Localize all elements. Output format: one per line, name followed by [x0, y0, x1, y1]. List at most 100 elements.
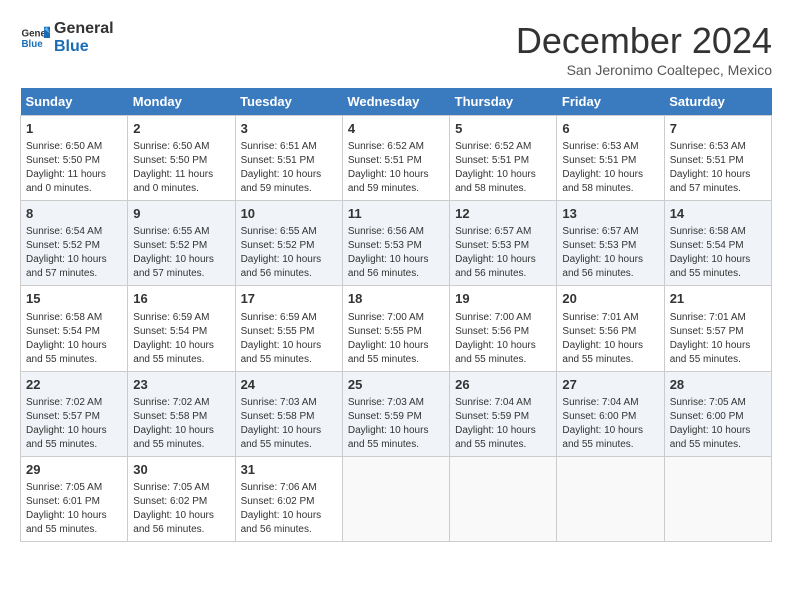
header-tuesday: Tuesday [235, 88, 342, 116]
day-number: 14 [670, 205, 766, 223]
day-number: 28 [670, 376, 766, 394]
day-number: 24 [241, 376, 337, 394]
table-row: 6 Sunrise: 6:53 AMSunset: 5:51 PMDaylight… [557, 116, 664, 201]
day-number: 13 [562, 205, 658, 223]
logo-icon: General Blue [20, 23, 50, 53]
table-row: 12 Sunrise: 6:57 AMSunset: 5:53 PMDayligh… [450, 201, 557, 286]
calendar-header-row: Sunday Monday Tuesday Wednesday Thursday… [21, 88, 772, 116]
day-number: 16 [133, 290, 229, 308]
day-info: Sunrise: 6:52 AMSunset: 5:51 PMDaylight:… [455, 140, 551, 196]
table-row [557, 456, 664, 541]
month-title: December 2024 [516, 20, 772, 62]
day-number: 10 [241, 205, 337, 223]
calendar-week-row: 22 Sunrise: 7:02 AMSunset: 5:57 PMDayligh… [21, 371, 772, 456]
day-info: Sunrise: 7:05 AMSunset: 6:00 PMDaylight:… [670, 396, 766, 452]
day-number: 2 [133, 120, 229, 138]
day-info: Sunrise: 6:51 AMSunset: 5:51 PMDaylight:… [241, 140, 337, 196]
header-friday: Friday [557, 88, 664, 116]
table-row: 21 Sunrise: 7:01 AMSunset: 5:57 PMDayligh… [664, 286, 771, 371]
location-subtitle: San Jeronimo Coaltepec, Mexico [516, 62, 772, 78]
day-info: Sunrise: 6:52 AMSunset: 5:51 PMDaylight:… [348, 140, 444, 196]
table-row: 26Sunrise: 7:04 AMSunset: 5:59 PMDayligh… [450, 371, 557, 456]
day-number: 22 [26, 376, 122, 394]
day-info: Sunrise: 6:59 AMSunset: 5:54 PMDaylight:… [133, 311, 229, 367]
logo: General Blue General Blue General Blue [20, 20, 114, 55]
table-row: 14 Sunrise: 6:58 AMSunset: 5:54 PMDayligh… [664, 201, 771, 286]
day-info: Sunrise: 7:01 AMSunset: 5:57 PMDaylight:… [670, 311, 766, 367]
day-info: Sunrise: 6:53 AMSunset: 5:51 PMDaylight:… [562, 140, 658, 196]
table-row: 27 Sunrise: 7:04 AMSunset: 6:00 PMDayligh… [557, 371, 664, 456]
day-number: 1 [26, 120, 122, 138]
day-number: 26 [455, 376, 551, 394]
day-number: 12 [455, 205, 551, 223]
day-number: 6 [562, 120, 658, 138]
table-row: 29 Sunrise: 7:05 AMSunset: 6:01 PMDayligh… [21, 456, 128, 541]
day-info: Sunrise: 6:54 AMSunset: 5:52 PMDaylight:… [26, 225, 122, 281]
table-row: 31 Sunrise: 7:06 AMSunset: 6:02 PMDayligh… [235, 456, 342, 541]
table-row: 15 Sunrise: 6:58 AMSunset: 5:54 PMDayligh… [21, 286, 128, 371]
table-row: 24Sunrise: 7:03 AMSunset: 5:58 PMDayligh… [235, 371, 342, 456]
table-row [664, 456, 771, 541]
day-info: Sunrise: 6:57 AMSunset: 5:53 PMDaylight:… [562, 225, 658, 281]
day-number: 11 [348, 205, 444, 223]
day-info: Sunrise: 7:01 AMSunset: 5:56 PMDaylight:… [562, 311, 658, 367]
day-number: 5 [455, 120, 551, 138]
day-number: 20 [562, 290, 658, 308]
table-row: 11 Sunrise: 6:56 AMSunset: 5:53 PMDayligh… [342, 201, 449, 286]
table-row: 20 Sunrise: 7:01 AMSunset: 5:56 PMDayligh… [557, 286, 664, 371]
table-row: 9 Sunrise: 6:55 AMSunset: 5:52 PMDaylight… [128, 201, 235, 286]
table-row: 18Sunrise: 7:00 AMSunset: 5:55 PMDayligh… [342, 286, 449, 371]
day-info: Sunrise: 7:02 AMSunset: 5:57 PMDaylight:… [26, 396, 122, 452]
table-row: 13 Sunrise: 6:57 AMSunset: 5:53 PMDayligh… [557, 201, 664, 286]
logo-general: General [54, 20, 114, 38]
table-row: 28 Sunrise: 7:05 AMSunset: 6:00 PMDayligh… [664, 371, 771, 456]
day-info: Sunrise: 7:02 AMSunset: 5:58 PMDaylight:… [133, 396, 229, 452]
calendar-week-row: 15 Sunrise: 6:58 AMSunset: 5:54 PMDayligh… [21, 286, 772, 371]
table-row: 7 Sunrise: 6:53 AMSunset: 5:51 PMDaylight… [664, 116, 771, 201]
day-number: 27 [562, 376, 658, 394]
table-row: 17 Sunrise: 6:59 AMSunset: 5:55 PMDayligh… [235, 286, 342, 371]
title-block: December 2024 San Jeronimo Coaltepec, Me… [516, 20, 772, 78]
day-number: 4 [348, 120, 444, 138]
day-number: 3 [241, 120, 337, 138]
day-number: 17 [241, 290, 337, 308]
day-number: 29 [26, 461, 122, 479]
day-info: Sunrise: 7:05 AMSunset: 6:02 PMDaylight:… [133, 481, 229, 537]
day-info: Sunrise: 6:57 AMSunset: 5:53 PMDaylight:… [455, 225, 551, 281]
day-number: 19 [455, 290, 551, 308]
day-info: Sunrise: 6:58 AMSunset: 5:54 PMDaylight:… [26, 311, 122, 367]
logo-blue: Blue [54, 38, 114, 56]
table-row: 2 Sunrise: 6:50 AMSunset: 5:50 PMDaylight… [128, 116, 235, 201]
day-info: Sunrise: 7:05 AMSunset: 6:01 PMDaylight:… [26, 481, 122, 537]
day-number: 25 [348, 376, 444, 394]
table-row: 16 Sunrise: 6:59 AMSunset: 5:54 PMDayligh… [128, 286, 235, 371]
day-number: 31 [241, 461, 337, 479]
table-row [342, 456, 449, 541]
day-number: 8 [26, 205, 122, 223]
day-info: Sunrise: 6:58 AMSunset: 5:54 PMDaylight:… [670, 225, 766, 281]
calendar-week-row: 1 Sunrise: 6:50 AMSunset: 5:50 PMDaylight… [21, 116, 772, 201]
day-info: Sunrise: 6:59 AMSunset: 5:55 PMDaylight:… [241, 311, 337, 367]
table-row: 8 Sunrise: 6:54 AMSunset: 5:52 PMDaylight… [21, 201, 128, 286]
day-info: Sunrise: 6:55 AMSunset: 5:52 PMDaylight:… [133, 225, 229, 281]
day-info: Sunrise: 7:06 AMSunset: 6:02 PMDaylight:… [241, 481, 337, 537]
day-info: Sunrise: 7:04 AMSunset: 6:00 PMDaylight:… [562, 396, 658, 452]
calendar-table: Sunday Monday Tuesday Wednesday Thursday… [20, 88, 772, 542]
day-number: 15 [26, 290, 122, 308]
table-row [450, 456, 557, 541]
svg-text:Blue: Blue [22, 39, 44, 50]
calendar-week-row: 8 Sunrise: 6:54 AMSunset: 5:52 PMDaylight… [21, 201, 772, 286]
day-info: Sunrise: 6:50 AMSunset: 5:50 PMDaylight:… [26, 140, 122, 196]
table-row: 4 Sunrise: 6:52 AMSunset: 5:51 PMDaylight… [342, 116, 449, 201]
calendar-week-row: 29 Sunrise: 7:05 AMSunset: 6:01 PMDayligh… [21, 456, 772, 541]
day-number: 30 [133, 461, 229, 479]
day-number: 21 [670, 290, 766, 308]
table-row: 19Sunrise: 7:00 AMSunset: 5:56 PMDayligh… [450, 286, 557, 371]
day-info: Sunrise: 6:56 AMSunset: 5:53 PMDaylight:… [348, 225, 444, 281]
header-wednesday: Wednesday [342, 88, 449, 116]
day-number: 7 [670, 120, 766, 138]
header-monday: Monday [128, 88, 235, 116]
day-info: Sunrise: 6:53 AMSunset: 5:51 PMDaylight:… [670, 140, 766, 196]
day-number: 9 [133, 205, 229, 223]
day-info: Sunrise: 6:50 AMSunset: 5:50 PMDaylight:… [133, 140, 229, 196]
